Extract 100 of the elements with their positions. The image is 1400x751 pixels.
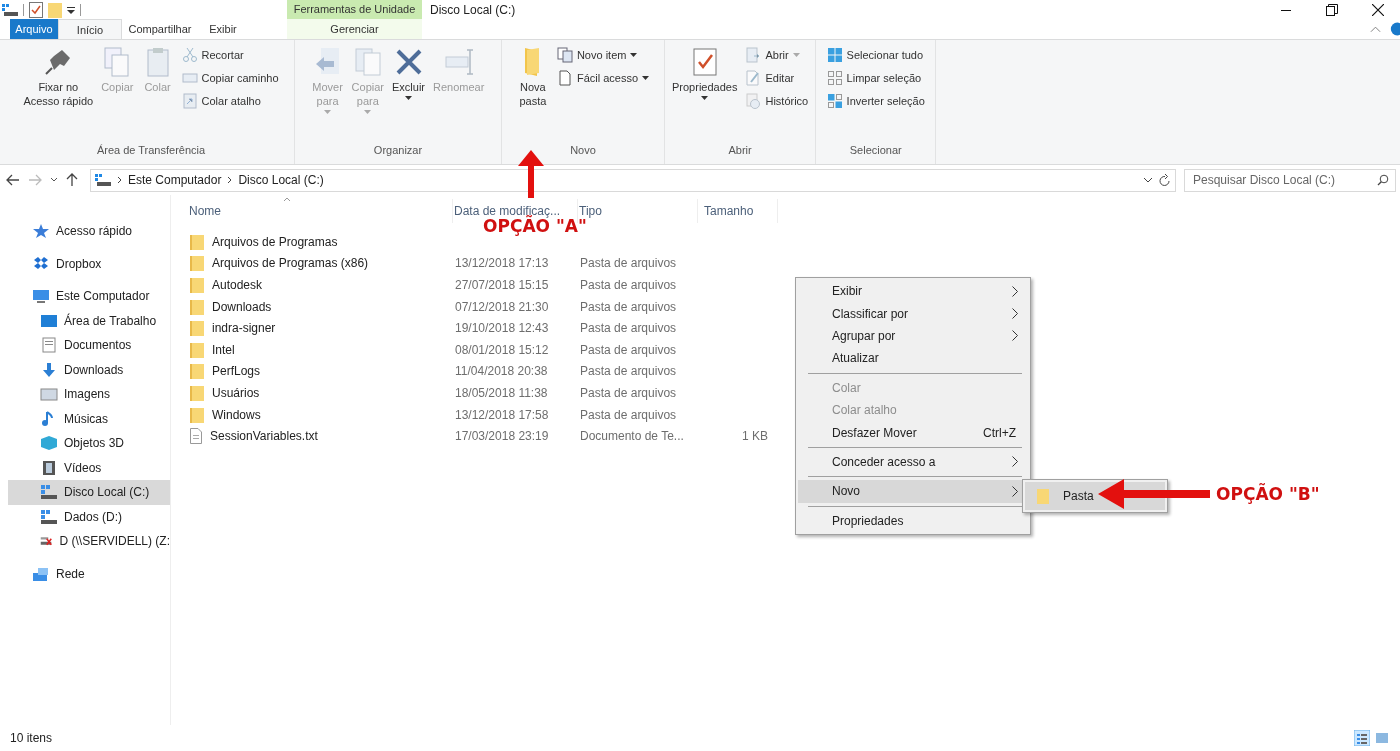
cube-icon (40, 435, 58, 452)
modified-date: 07/12/2018 21:30 (455, 299, 549, 314)
file-name[interactable]: Autodesk (212, 278, 263, 292)
up-arrow-icon[interactable] (66, 173, 78, 187)
file-name[interactable]: Arquivos de Programas (212, 234, 338, 249)
ribbon-button[interactable]: Limpar seleção (823, 67, 928, 89)
file-name[interactable]: indra-signer (212, 321, 276, 336)
ribbon-group-label: Organizar (372, 144, 424, 158)
chevron-right-icon (1012, 485, 1018, 497)
nav-item[interactable]: Vídeos (0, 455, 170, 480)
ribbon-button[interactable]: Novo item (553, 44, 653, 66)
file-name[interactable]: Intel (212, 342, 235, 357)
file-type: Pasta de arquivos (580, 342, 677, 357)
caret-icon (792, 53, 800, 57)
file-name[interactable]: Downloads (212, 299, 272, 314)
chevron-down-icon[interactable] (50, 177, 58, 183)
ribbon-button[interactable]: Nova pasta (513, 44, 552, 110)
restore-icon[interactable] (1326, 3, 1338, 16)
column-header[interactable]: Tamanho (698, 199, 778, 223)
nav-item[interactable]: Dropbox (0, 251, 170, 276)
folder-icon (1037, 488, 1049, 504)
select-all-icon (826, 47, 843, 63)
item-count: 10 itens (10, 731, 53, 745)
desktop-icon (40, 312, 58, 329)
invert-selection-icon (826, 93, 843, 109)
ribbon-button[interactable]: Selecionar tudo (823, 44, 928, 66)
nav-item[interactable]: Dados (D:) (0, 504, 170, 529)
caret-icon[interactable] (67, 5, 75, 14)
nav-item[interactable]: Downloads (0, 357, 170, 382)
file-name[interactable]: SessionVariables.txt (210, 429, 318, 444)
document-icon (556, 70, 573, 86)
nav-item[interactable]: Objetos 3D (0, 431, 170, 456)
back-arrow-icon[interactable] (6, 174, 20, 186)
properties-icon[interactable] (29, 1, 43, 18)
nav-item[interactable]: Rede (0, 561, 170, 586)
modified-date: 08/01/2018 15:12 (455, 342, 549, 357)
ribbon-tab[interactable]: Início (58, 19, 122, 39)
caret-icon (405, 96, 412, 100)
folder-icon (190, 341, 204, 358)
details-view-icon[interactable] (1354, 730, 1370, 746)
chevron-right-icon (117, 176, 122, 184)
file-name[interactable]: PerfLogs (212, 364, 261, 379)
ribbon-tab[interactable]: Compartilhar (122, 19, 198, 39)
column-header[interactable]: Nome (188, 199, 453, 223)
search-field[interactable]: Pesquisar Disco Local (C:) (1184, 168, 1396, 192)
ribbon-tab[interactable]: Exibir (198, 19, 248, 39)
select-none-icon (826, 70, 843, 86)
menu-item[interactable]: Agrupar por (798, 324, 1028, 348)
dropbox-icon (32, 255, 50, 272)
contextual-tab-header: Ferramentas de Unidade (287, 0, 422, 19)
modified-date: 13/12/2018 17:58 (455, 407, 549, 422)
breadcrumb-item[interactable]: Este Computador (128, 173, 222, 187)
file-type: Documento de Te... (580, 429, 684, 444)
refresh-icon[interactable] (1159, 173, 1171, 187)
file-name[interactable]: Windows (212, 407, 261, 422)
chevron-down-icon[interactable] (1143, 177, 1153, 183)
menu-item[interactable]: Propriedades (798, 509, 1028, 532)
download-icon (40, 361, 58, 378)
caret-icon (630, 53, 638, 57)
film-icon (40, 459, 58, 476)
new-item-icon (556, 47, 573, 63)
file-type: Pasta de arquivos (580, 299, 677, 314)
ribbon-button[interactable]: Excluir (389, 44, 429, 102)
breadcrumb-item[interactable]: Disco Local (C:) (238, 173, 324, 187)
menu-item[interactable]: Atualizar (798, 347, 1028, 370)
ribbon-button[interactable]: Fácil acesso (553, 67, 653, 89)
menu-item[interactable]: Desfazer Mover Ctrl+Z (798, 421, 1028, 444)
ribbon-button[interactable]: Propriedades (669, 44, 741, 102)
menu-item[interactable]: Classificar por (798, 302, 1028, 325)
window-title: Disco Local (C:) (430, 2, 516, 17)
edit-icon (745, 70, 762, 86)
ribbon-button[interactable]: Fixar no Acesso rápido (20, 44, 97, 110)
caret-icon (701, 96, 709, 100)
ribbon-tab[interactable]: Gerenciar (287, 19, 422, 39)
shortcut-icon (181, 93, 198, 109)
annotation-label: OPÇÃO "B" (1216, 484, 1320, 504)
nav-item[interactable]: Área de Trabalho (0, 308, 170, 333)
menu-item[interactable]: Exibir (798, 280, 1028, 303)
ribbon-tab[interactable]: Arquivo (10, 19, 58, 39)
nav-item[interactable]: Documentos (0, 333, 170, 358)
modified-date: 19/10/2018 12:43 (455, 321, 549, 336)
drive-icon (95, 174, 111, 186)
file-type: Pasta de arquivos (580, 278, 677, 292)
drive-icon (40, 484, 58, 501)
nav-item[interactable]: D (\\SERVIDELL) (Z: (0, 529, 170, 554)
ribbon-button[interactable]: Inverter seleção (823, 90, 928, 112)
nav-item[interactable]: Acesso rápido (0, 219, 170, 244)
nav-item[interactable]: Disco Local (C:) (8, 480, 170, 505)
nav-item[interactable]: Músicas (0, 406, 170, 431)
file-name[interactable]: Arquivos de Programas (x86) (212, 256, 369, 271)
close-icon[interactable] (1372, 3, 1384, 16)
nav-item[interactable]: Este Computador (0, 284, 170, 309)
drive-icon[interactable] (2, 3, 18, 16)
menu-item[interactable]: Conceder acesso a (798, 450, 1028, 474)
folder-icon (190, 255, 204, 272)
nav-item[interactable]: Imagens (0, 382, 170, 407)
file-name[interactable]: Usuários (212, 385, 260, 400)
star-icon (32, 223, 50, 240)
help-icon[interactable] (1389, 22, 1400, 36)
address-field[interactable]: Este Computador Disco Local (C:) (90, 168, 1176, 192)
